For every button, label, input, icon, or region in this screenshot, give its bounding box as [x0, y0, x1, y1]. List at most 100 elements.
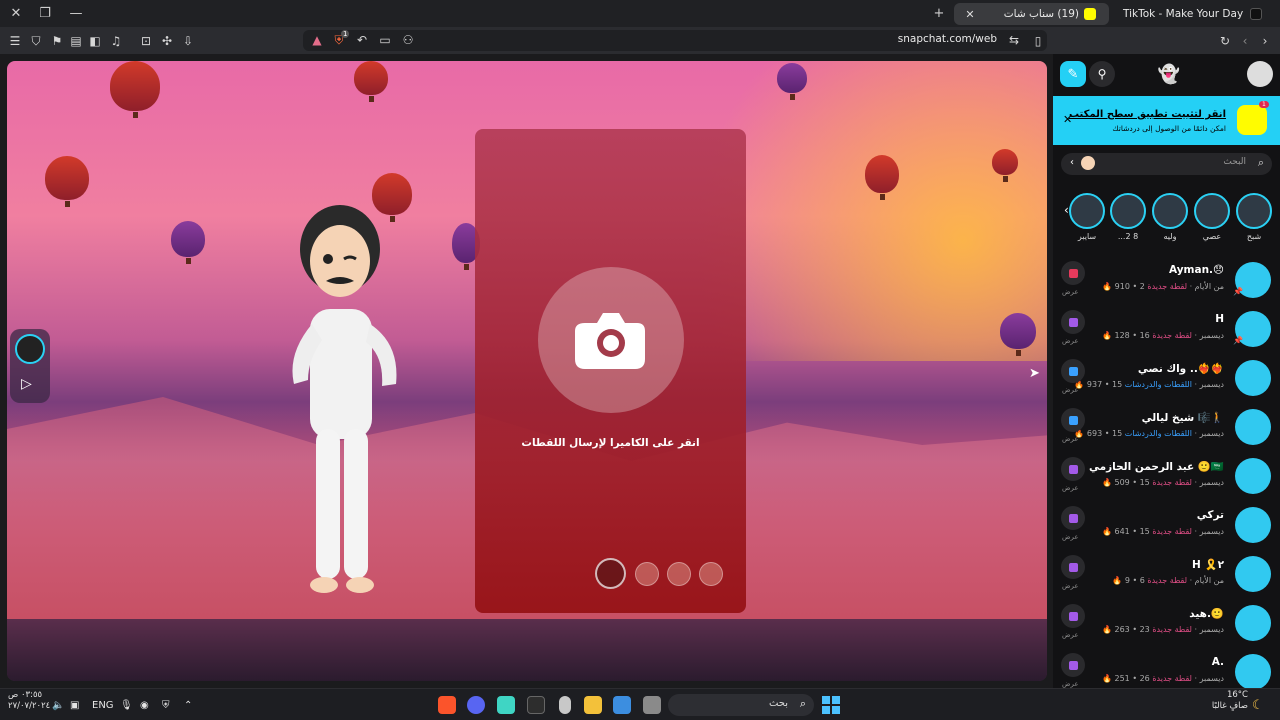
chat-row[interactable]: هيد.🙂 🔥 263 • 23 ديسمبر · لقطة جديدة عرض	[1053, 598, 1280, 646]
lens-selected[interactable]	[595, 558, 626, 589]
brave-rewards-icon[interactable]: ▲	[308, 31, 326, 49]
side-controls: ▷	[10, 329, 50, 403]
streak-fire-icon: 🔥	[1112, 576, 1125, 585]
chat-meta: 🔥 509 • 15 ديسمبر · لقطة جديدة	[1101, 478, 1224, 487]
view-snap-button[interactable]	[1061, 261, 1085, 285]
vpn-icon[interactable]: ⚇	[399, 31, 417, 49]
minimize-window-button[interactable]: —	[62, 0, 90, 27]
chat-avatar[interactable]	[1235, 556, 1271, 592]
chat-row[interactable]: عبد الرحمن الحازمي 🙂🇸🇦 🔥 509 • 15 ديسمبر …	[1053, 451, 1280, 499]
steam-icon[interactable]: ◉	[140, 696, 149, 714]
tiktok-favicon-icon	[1250, 8, 1262, 20]
extensions-icon[interactable]: ✣	[158, 32, 176, 50]
chat-row[interactable]: H 🔥 128 • 16 ديسمبر · لقطة جديدة عرض 📌	[1053, 304, 1280, 352]
language-indicator[interactable]: ENG	[92, 696, 114, 714]
story-item[interactable]: ...2 8	[1110, 193, 1146, 241]
chat-avatar[interactable]	[1235, 360, 1271, 396]
profile-avatar[interactable]	[1247, 61, 1273, 87]
install-banner[interactable]: ✕ انقر لتثبيت تطبيق سطح المكتب امكن دائم…	[1053, 96, 1280, 145]
taskbar-search[interactable]: بحث ⌕	[668, 694, 814, 716]
search-icon: ⌕	[799, 697, 806, 710]
lens-option[interactable]	[699, 562, 723, 586]
chat-avatar[interactable]	[1235, 605, 1271, 641]
play-icon[interactable]: ▷	[21, 376, 32, 392]
tray-chevron-icon[interactable]: ⌃	[184, 696, 192, 714]
undo-icon[interactable]: ↶	[353, 31, 371, 49]
banner-title: انقر لتثبيت تطبيق سطح المكتب	[1068, 109, 1226, 120]
close-window-button[interactable]: ✕	[2, 0, 30, 27]
lens-option[interactable]	[635, 562, 659, 586]
view-snap-button[interactable]	[1061, 408, 1085, 432]
title-bar: ✕ ❐ — + ✕ (19) سناب شات TikTok - Make Yo…	[0, 0, 1280, 27]
shields-badge: 1	[341, 30, 350, 38]
story-item[interactable]: وليه	[1152, 193, 1188, 241]
address-bar[interactable]: ▲ ⛨ 1 ↶ ▭ ⚇ snapchat.com/web ⇆	[303, 30, 1047, 51]
search-input[interactable]: ‹ البحث ⌕	[1061, 153, 1272, 175]
mini-avatar[interactable]	[15, 334, 45, 364]
chat-row[interactable]: Ayman.😞 🔥 910 • 2 من الأيام · لقطة جديدة ع…	[1053, 255, 1280, 303]
weather-widget[interactable]: 16°C صافٍ غالبًا	[1206, 690, 1248, 711]
clock[interactable]: ٠٣:٥٥ ص ٢٧/٠٧/٢٠٢٤	[8, 690, 50, 711]
chat-avatar[interactable]	[1235, 458, 1271, 494]
chat-avatar[interactable]	[1235, 409, 1271, 445]
view-snap-button[interactable]	[1061, 457, 1085, 481]
view-snap-button[interactable]	[1061, 506, 1085, 530]
tab-snapchat[interactable]: ✕ (19) سناب شات	[954, 3, 1109, 25]
wallet-icon[interactable]: ⚑	[48, 32, 66, 50]
voice-app-icon[interactable]	[527, 696, 545, 714]
reader-icon[interactable]: ▤	[67, 32, 85, 50]
camera-button[interactable]	[538, 267, 684, 413]
task-view-icon[interactable]	[643, 696, 661, 714]
new-tab-button[interactable]: +	[925, 0, 953, 27]
snapchat-favicon-icon	[1084, 8, 1096, 20]
network-icon[interactable]: ▣	[70, 696, 79, 714]
tab-close-icon[interactable]: ✕	[962, 6, 978, 22]
restore-window-button[interactable]: ❐	[31, 0, 59, 27]
view-snap-button[interactable]	[1061, 604, 1085, 628]
cast-icon[interactable]: ▭	[376, 31, 394, 49]
music-icon[interactable]: ♫	[107, 32, 125, 50]
view-snap-button[interactable]	[1061, 653, 1085, 677]
view-label: عرض	[1062, 533, 1079, 541]
site-settings-icon[interactable]: ⇆	[1005, 31, 1023, 49]
discord-app-icon[interactable]	[467, 696, 485, 714]
chat-row[interactable]: شيخ ليالي 🎼🚶 🔥 693 • 15 ديسمبر · اللقطات …	[1053, 402, 1280, 450]
sidebar-icon[interactable]: ◧	[86, 32, 104, 50]
chat-row[interactable]: واك نصي ..❤️‍🔥❤️‍🔥 🔥 937 • 15 ديسمبر · ال…	[1053, 353, 1280, 401]
downloads-icon[interactable]: ⇩	[179, 32, 197, 50]
microphone-icon[interactable]: 🎙	[120, 696, 133, 714]
chat-avatar[interactable]	[1235, 654, 1271, 690]
view-snap-button[interactable]	[1061, 555, 1085, 579]
defender-icon[interactable]: ⛨	[162, 696, 170, 714]
chat-row[interactable]: H 🎗️٢ 🔥 9 • 6 من الأيام · لقطة جديدة عرض	[1053, 549, 1280, 597]
brave-app-icon[interactable]	[438, 696, 456, 714]
story-item[interactable]: عصي	[1194, 193, 1230, 241]
shield-icon[interactable]: ⛉	[27, 32, 45, 50]
bookmark-icon[interactable]: ▯	[1029, 32, 1047, 50]
forward-icon[interactable]: ›	[1256, 32, 1274, 50]
reload-icon[interactable]: ↻	[1216, 32, 1234, 50]
back-icon[interactable]: ‹	[1236, 32, 1254, 50]
mouse-app-icon[interactable]	[559, 696, 571, 714]
windows-start-icon[interactable]	[822, 696, 840, 714]
chat-avatar[interactable]	[1235, 507, 1271, 543]
tab-tiktok[interactable]: TikTok - Make Your Day	[1115, 3, 1275, 25]
view-snap-button[interactable]	[1061, 359, 1085, 383]
lens-option[interactable]	[667, 562, 691, 586]
speaker-icon[interactable]: 🔈	[52, 696, 64, 714]
file-explorer-icon[interactable]	[584, 696, 602, 714]
view-label: عرض	[1062, 386, 1079, 394]
story-item[interactable]: شبح	[1236, 193, 1272, 241]
add-friend-button[interactable]: ⚲	[1089, 61, 1115, 87]
camera-icon	[575, 313, 645, 369]
story-item[interactable]: سايبر	[1069, 193, 1105, 241]
view-snap-button[interactable]	[1061, 310, 1085, 334]
menu-icon[interactable]: ☰	[6, 32, 24, 50]
chat-app-icon[interactable]	[497, 696, 515, 714]
store-app-icon[interactable]	[613, 696, 631, 714]
chat-row[interactable]: تركي 🔥 641 • 15 ديسمبر · لقطة جديدة عرض	[1053, 500, 1280, 548]
chat-meta: 🔥 263 • 23 ديسمبر · لقطة جديدة	[1101, 625, 1224, 634]
screenshot-icon[interactable]: ⊡	[137, 32, 155, 50]
pin-icon: 📌	[1233, 287, 1243, 296]
new-chat-button[interactable]: ✎	[1060, 61, 1086, 87]
